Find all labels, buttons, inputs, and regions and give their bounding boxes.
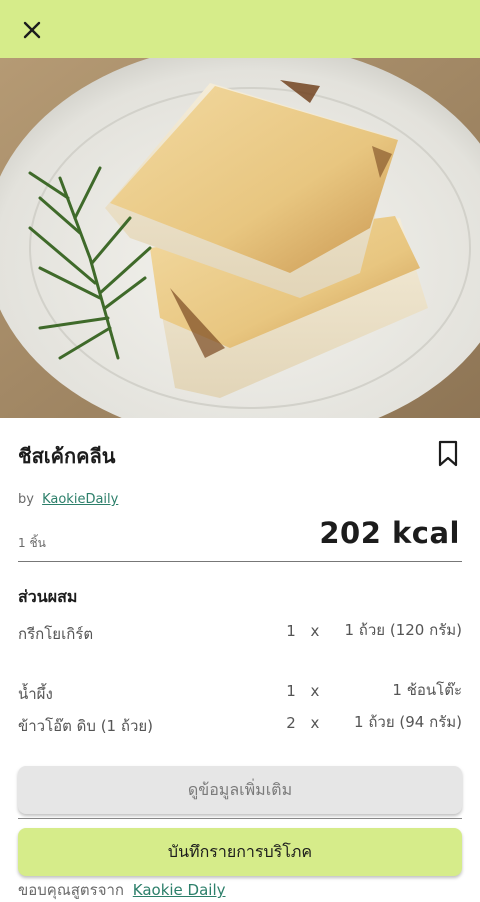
ingredient-qty: 2: [286, 714, 296, 732]
ingredient-unit: 1 ช้อนโต๊ะ: [392, 681, 462, 699]
byline: by KaokieDaily: [18, 492, 118, 507]
recipe-title: ชีสเค้กคลีน: [18, 444, 116, 468]
log-meal-button[interactable]: บันทึกรายการบริโภค: [18, 828, 462, 876]
credit-prefix: ขอบคุณสูตรจาก: [18, 881, 124, 899]
ingredient-qty: 1: [286, 682, 296, 700]
ingredient-name: กรีกโยเกิร์ต: [18, 625, 94, 643]
author-link[interactable]: KaokieDaily: [42, 492, 118, 507]
ingredients-title: ส่วนผสม: [18, 587, 78, 606]
ingredient-multiplier: x: [310, 714, 320, 732]
divider: [18, 561, 462, 562]
bookmark-icon: [438, 440, 458, 467]
ingredient-unit: 1 ถ้วย (94 กรัม): [354, 713, 462, 731]
portion-size: 1 ชิ้น: [18, 536, 46, 550]
recipe-credit: ขอบคุณสูตรจาก Kaokie Daily: [18, 878, 226, 902]
more-info-button[interactable]: ดูข้อมูลเพิ่มเติม: [18, 766, 462, 814]
ingredient-unit: 1 ถ้วย (120 กรัม): [344, 621, 462, 639]
calorie-value: 202 kcal: [319, 516, 460, 550]
top-bar: [0, 0, 480, 58]
by-label: by: [18, 492, 34, 507]
ingredient-name: น้ำผึ้ง: [18, 685, 53, 703]
bookmark-button[interactable]: [436, 440, 460, 468]
ingredient-name: ข้าวโอ๊ต ดิบ (1 ถ้วย): [18, 717, 154, 735]
close-icon: [23, 21, 41, 39]
close-button[interactable]: [14, 12, 50, 48]
recipe-photo: [0, 58, 480, 418]
ingredient-qty: 1: [286, 622, 296, 640]
divider: [18, 818, 462, 819]
credit-link[interactable]: Kaokie Daily: [133, 881, 226, 899]
